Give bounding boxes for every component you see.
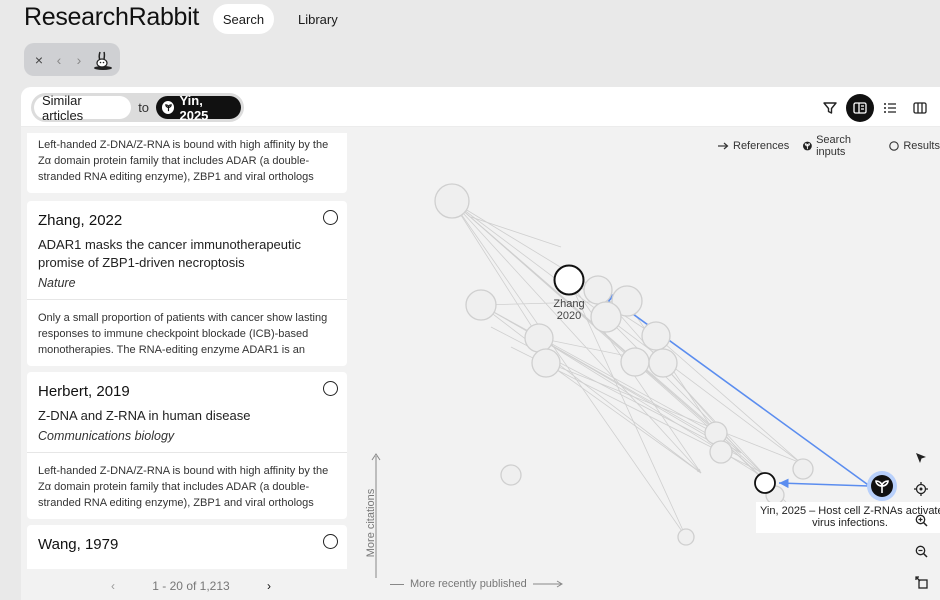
panel-header: Similar articles to Yin, 2025 — [21, 87, 940, 127]
paper-node[interactable] — [677, 528, 695, 546]
recenter-icon[interactable] — [912, 480, 930, 498]
zhang-node-label: Zhang — [553, 298, 584, 310]
article-card[interactable]: Wang, 1979 — [27, 525, 347, 569]
paper-node[interactable] — [583, 275, 613, 305]
citation-graph[interactable]: References Search inputs Results Zhang 2… — [361, 127, 940, 600]
article-abstract: Left-handed Z-DNA/Z-RNA is bound with hi… — [38, 139, 329, 183]
graph-nodes — [434, 183, 814, 546]
select-radio[interactable] — [323, 534, 338, 549]
article-abstract: Only a small proportion of patients with… — [27, 300, 347, 366]
tab-search[interactable]: Search — [213, 4, 274, 34]
tab-library[interactable]: Library — [288, 4, 348, 34]
zoom-out-icon[interactable] — [912, 542, 930, 560]
reference-edge — [778, 478, 870, 489]
paper-node[interactable] — [465, 289, 497, 321]
selected-result-node[interactable] — [754, 472, 776, 494]
filter-icon[interactable] — [816, 94, 844, 122]
article-year: Zhang, 2022 — [38, 212, 123, 229]
seed-pill[interactable]: Yin, 2025 — [156, 93, 241, 123]
article-journal: Nature — [38, 276, 76, 290]
paper-node[interactable] — [524, 323, 554, 353]
paper-node[interactable] — [709, 440, 733, 464]
paper-node[interactable] — [434, 183, 470, 219]
next-page-button[interactable]: › — [267, 579, 271, 593]
article-card[interactable]: Herbert, 2019 Z-DNA and Z-RNA in human d… — [27, 372, 347, 519]
article-list: Left-handed Z-DNA/Z-RNA is bound with hi… — [27, 133, 347, 575]
article-card[interactable]: Left-handed Z-DNA/Z-RNA is bound with hi… — [27, 133, 347, 193]
arrow-right-icon — [532, 580, 563, 588]
select-radio[interactable] — [323, 210, 338, 225]
pagination: ‹ 1 - 20 of 1,213 › — [111, 577, 271, 595]
x-axis-line — [390, 583, 404, 585]
paper-node[interactable] — [648, 348, 678, 378]
paper-node[interactable] — [590, 301, 622, 333]
article-year: Herbert, 2019 — [38, 383, 130, 400]
paper-node[interactable] — [641, 321, 671, 351]
crumb-to: to — [138, 100, 150, 115]
zhang-node-year: 2020 — [557, 310, 581, 322]
page-range: 1 - 20 of 1,213 — [152, 579, 230, 593]
zhang-2020-node[interactable] — [553, 264, 585, 296]
zoom-in-icon[interactable] — [912, 511, 930, 529]
fit-view-icon[interactable] — [912, 573, 930, 591]
rabbit-icon[interactable] — [92, 49, 114, 71]
columns-view-icon[interactable] — [906, 94, 934, 122]
close-button[interactable]: × — [32, 50, 46, 70]
forward-button[interactable]: › — [72, 50, 86, 70]
back-button[interactable]: ‹ — [52, 50, 66, 70]
breadcrumb: Similar articles to Yin, 2025 — [31, 93, 244, 123]
article-card-header: Zhang, 2022 ADAR1 masks the cancer immun… — [27, 201, 347, 300]
list-view-icon[interactable] — [876, 94, 904, 122]
x-axis-label: More recently published — [410, 578, 527, 590]
prev-page-button[interactable]: ‹ — [111, 579, 115, 593]
article-journal: Communications biology — [38, 429, 175, 443]
y-axis-label: More citations — [365, 488, 377, 558]
x-axis: More recently published — [390, 578, 563, 590]
seed-icon — [162, 101, 175, 114]
history-bar: × ‹ › — [24, 43, 120, 76]
paper-node[interactable] — [792, 458, 814, 480]
article-title: Z-DNA and Z-RNA in human disease — [38, 408, 251, 423]
mode-pill[interactable]: Similar articles — [34, 93, 132, 123]
results-panel: Similar articles to Yin, 2025 Left-hande… — [21, 87, 940, 600]
view-toggles — [816, 94, 934, 122]
article-year: Wang, 1979 — [38, 536, 119, 553]
article-card-header: Wang, 1979 — [27, 525, 347, 569]
cursor-tool-icon[interactable] — [912, 449, 930, 467]
article-abstract: Left-handed Z-DNA/Z-RNA is bound with hi… — [27, 453, 347, 519]
paper-node[interactable] — [531, 348, 561, 378]
brand-logo: ResearchRabbit — [24, 3, 200, 31]
article-card[interactable]: Zhang, 2022 ADAR1 masks the cancer immun… — [27, 201, 347, 366]
paper-node[interactable] — [500, 464, 522, 486]
split-view-icon[interactable] — [846, 94, 874, 122]
article-card-header: Herbert, 2019 Z-DNA and Z-RNA in human d… — [27, 372, 347, 453]
article-title: ADAR1 masks the cancer immunotherapeutic… — [38, 237, 302, 270]
paper-node[interactable] — [620, 347, 650, 377]
select-radio[interactable] — [323, 381, 338, 396]
seed-label: Yin, 2025 — [179, 92, 209, 123]
